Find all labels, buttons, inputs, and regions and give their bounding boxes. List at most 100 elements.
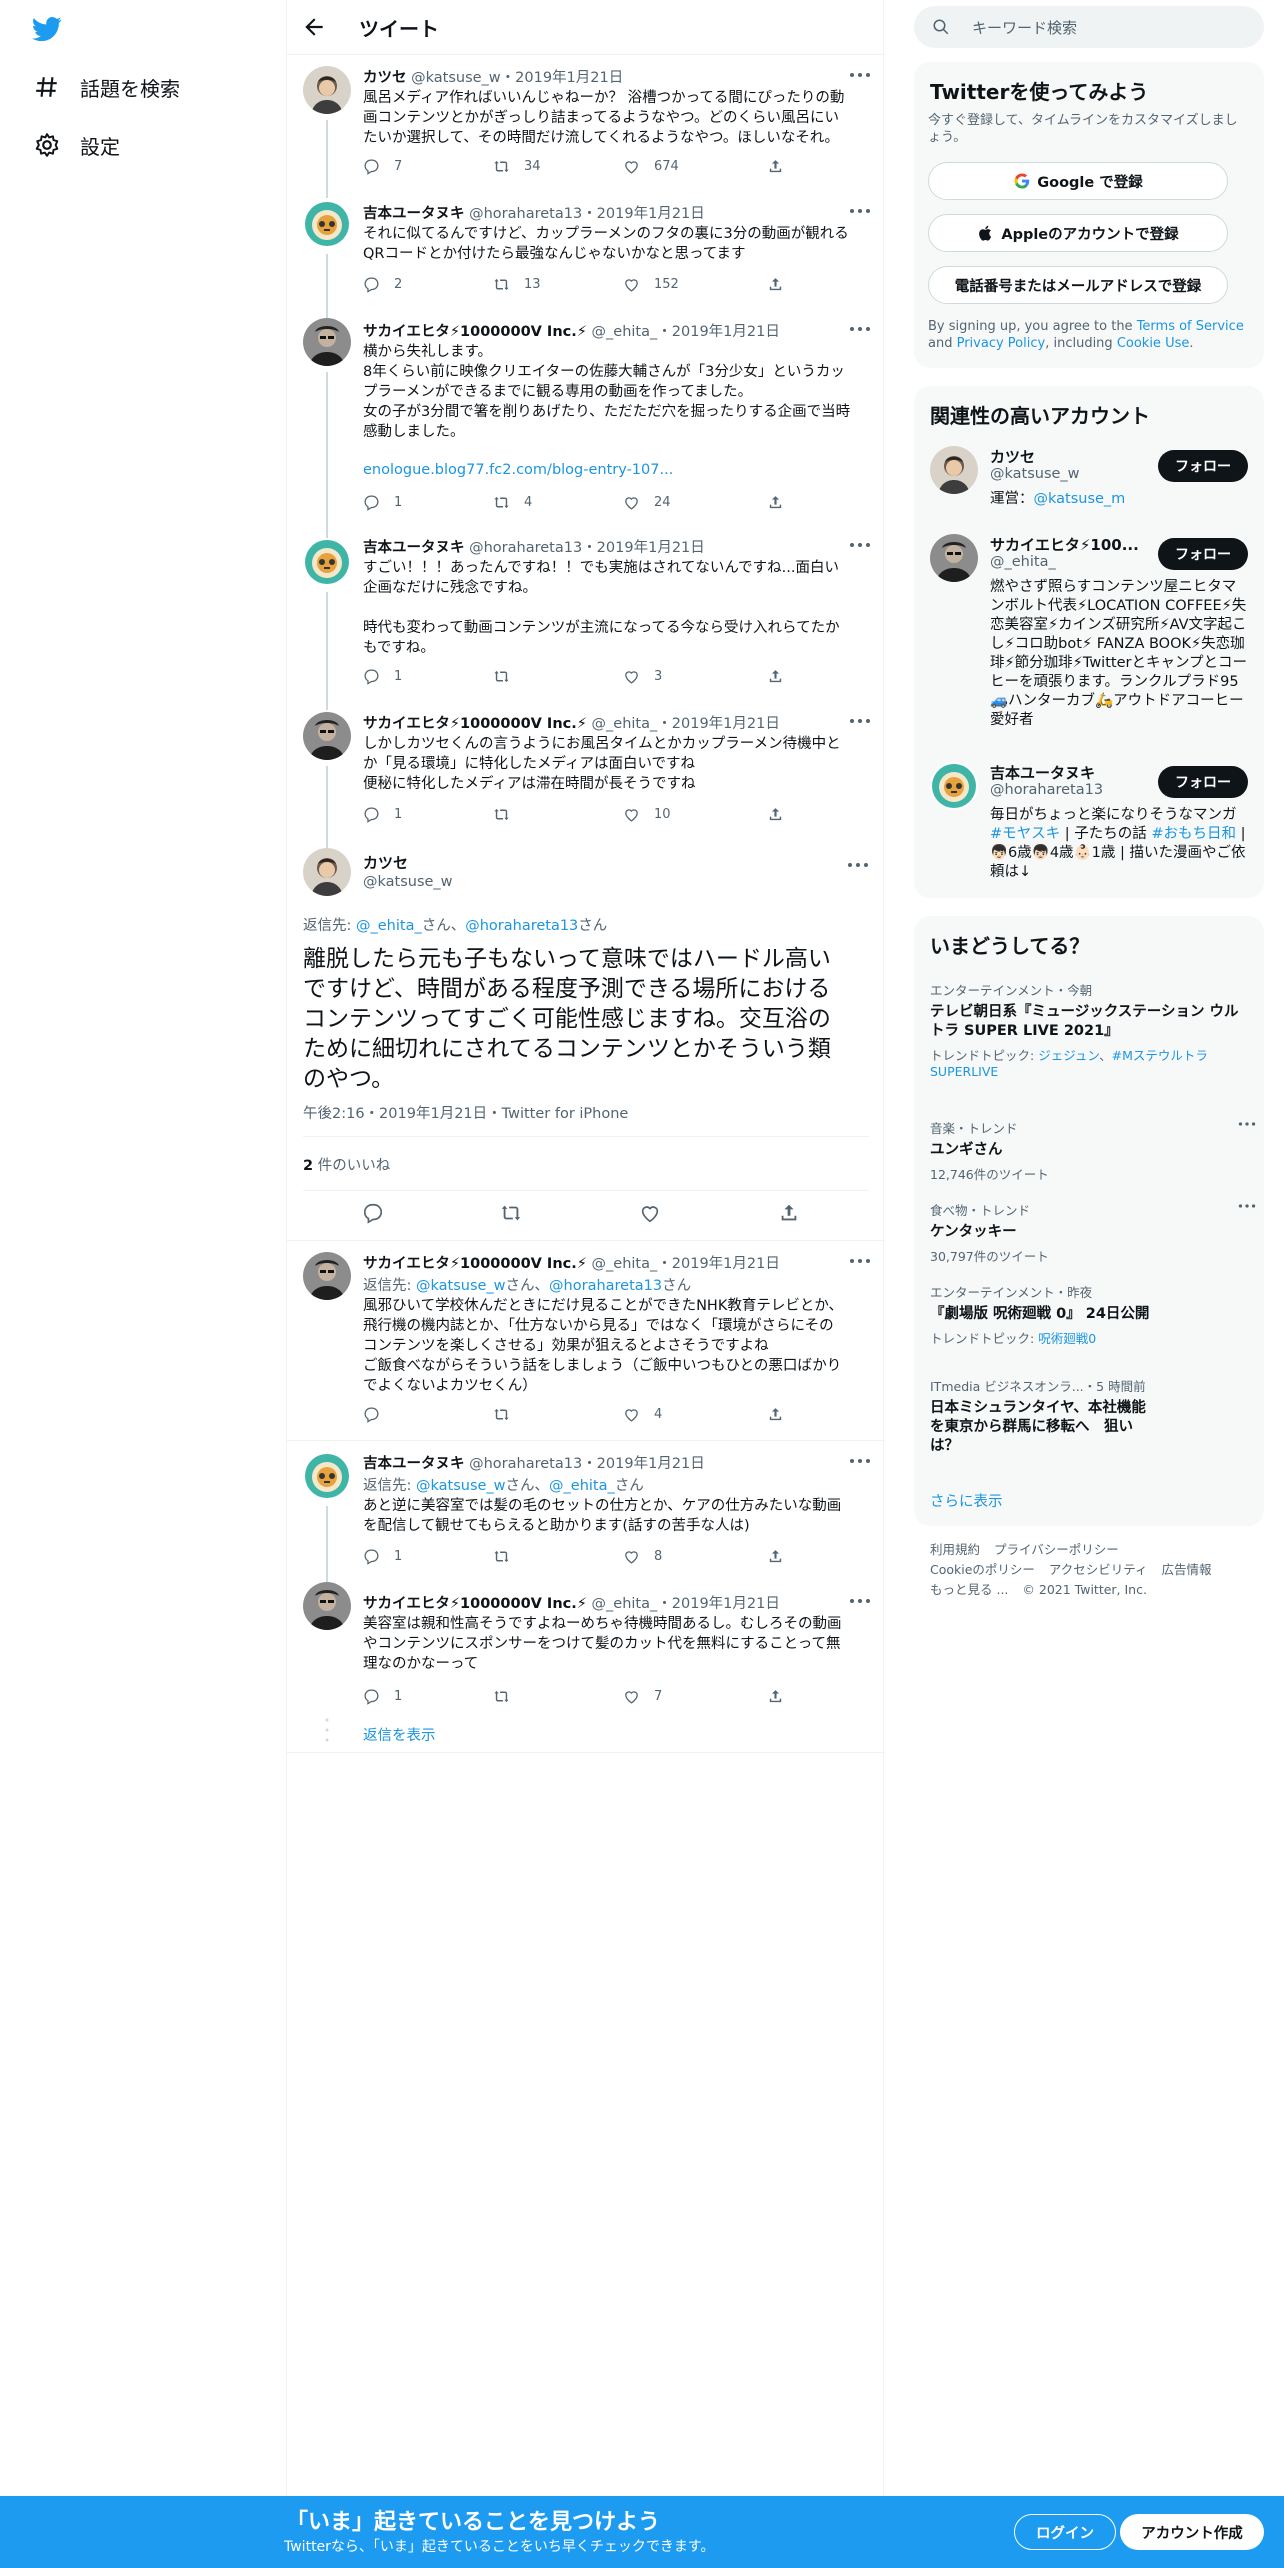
main-tweet-handle[interactable]: @katsuse_w: [363, 874, 453, 890]
footer-link[interactable]: もっと見る ...: [930, 1582, 1008, 1597]
avatar[interactable]: [930, 534, 978, 582]
tweet[interactable]: サカイエヒタ⚡1000000V Inc.⚡ @_ehita_・2019年1月21…: [287, 1240, 885, 1440]
avatar[interactable]: [303, 538, 351, 586]
share-button[interactable]: [767, 276, 798, 293]
tweet-author[interactable]: サカイエヒタ⚡1000000V Inc.⚡ @_ehita_・2019年1月21…: [363, 1592, 780, 1613]
tweet[interactable]: サカイエヒタ⚡1000000V Inc.⚡ @_ehita_・2019年1月21…: [287, 1580, 885, 1700]
like-button[interactable]: 10: [623, 806, 671, 823]
like-button[interactable]: 3: [623, 668, 662, 685]
footer-link[interactable]: 利用規約: [930, 1542, 980, 1557]
google-signup-button[interactable]: Google で登録: [928, 162, 1228, 200]
share-button[interactable]: [767, 1548, 798, 1565]
tweet-author[interactable]: サカイエヒタ⚡1000000V Inc.⚡ @_ehita_・2019年1月21…: [363, 320, 780, 341]
mention-link[interactable]: @katsuse_w: [416, 1278, 506, 1294]
share-button[interactable]: [767, 1406, 798, 1423]
reply-button[interactable]: [363, 1406, 394, 1423]
more-icon[interactable]: [849, 1254, 871, 1268]
more-icon[interactable]: [849, 714, 871, 728]
signup-button[interactable]: アカウント作成: [1120, 2514, 1264, 2550]
tweet-author[interactable]: 吉本ユータヌキ @horahareta13・2019年1月21日: [363, 536, 705, 557]
avatar[interactable]: [303, 848, 351, 896]
mention-link[interactable]: @horahareta13: [549, 1278, 662, 1294]
like-button[interactable]: 4: [623, 1406, 662, 1423]
share-button[interactable]: [767, 158, 798, 175]
related-account[interactable]: カツセ @katsuse_w 運営：@katsuse_m フォロー: [930, 446, 1264, 516]
reply-icon[interactable]: [362, 1202, 384, 1224]
retweet-button[interactable]: 13: [493, 276, 541, 293]
reply-button[interactable]: 1: [363, 1688, 402, 1705]
tweet[interactable]: サカイエヒタ⚡1000000V Inc.⚡ @_ehita_・2019年1月21…: [287, 316, 885, 538]
reply-button[interactable]: 1: [363, 1548, 402, 1565]
mention-link[interactable]: @_ehita_: [356, 918, 422, 934]
more-icon[interactable]: [849, 1594, 871, 1608]
phone-email-signup-button[interactable]: 電話番号またはメールアドレスで登録: [928, 266, 1228, 304]
login-button[interactable]: ログイン: [1014, 2514, 1116, 2550]
trend-item[interactable]: 食べ物・トレンド ケンタッキー 30,797件のツイート: [930, 1200, 1250, 1265]
more-icon[interactable]: [847, 858, 869, 872]
hashtag-link[interactable]: #モヤスキ: [990, 826, 1060, 842]
retweet-button[interactable]: [493, 1688, 524, 1705]
hashtag-link[interactable]: #おもち日和: [1151, 826, 1236, 842]
nav-explore[interactable]: 話題を検索: [34, 70, 180, 104]
related-account[interactable]: 吉本ユータヌキ @horahareta13 毎日がちょっと楽になりそうなマンガ …: [930, 762, 1264, 892]
trend-topic-link[interactable]: 呪術廻戦0: [1038, 1331, 1096, 1346]
reply-button[interactable]: 1: [363, 494, 402, 511]
tweet[interactable]: 吉本ユータヌキ @horahareta13・2019年1月21日 すごい！！！あ…: [287, 536, 885, 710]
retweet-button[interactable]: [493, 1406, 524, 1423]
share-icon[interactable]: [778, 1202, 800, 1224]
tweet[interactable]: 吉本ユータヌキ @horahareta13・2019年1月21日 それに似てるん…: [287, 188, 885, 318]
apple-signup-button[interactable]: Appleのアカウントで登録: [928, 214, 1228, 252]
more-icon[interactable]: [849, 204, 871, 218]
retweet-button[interactable]: [493, 1548, 524, 1565]
follow-button[interactable]: フォロー: [1158, 450, 1248, 482]
nav-settings[interactable]: 設定: [34, 128, 120, 162]
retweet-button[interactable]: 4: [493, 494, 532, 511]
tweet[interactable]: 吉本ユータヌキ @horahareta13・2019年1月21日 返信先: @k…: [287, 1440, 885, 1582]
show-replies-link[interactable]: 返信を表示: [363, 1724, 436, 1745]
mention-link[interactable]: @horahareta13: [465, 918, 578, 934]
privacy-link[interactable]: Privacy Policy: [957, 336, 1046, 351]
like-button[interactable]: 674: [623, 158, 679, 175]
related-account[interactable]: サカイエヒタ⚡100... @_ehita_ 燃やさず照らすコンテンツ屋ニヒタマ…: [930, 534, 1264, 734]
mention-link[interactable]: @_ehita_: [549, 1478, 615, 1494]
main-tweet-meta[interactable]: 午後2:16・2019年1月21日・Twitter for iPhone: [303, 1102, 628, 1123]
tweet-author[interactable]: サカイエヒタ⚡1000000V Inc.⚡ @_ehita_・2019年1月21…: [363, 1252, 780, 1273]
follow-button[interactable]: フォロー: [1158, 538, 1248, 570]
share-button[interactable]: [767, 806, 798, 823]
avatar[interactable]: [303, 200, 351, 248]
avatar[interactable]: [303, 1252, 351, 1300]
more-icon[interactable]: [1238, 1120, 1256, 1128]
mention-link[interactable]: @katsuse_w: [416, 1478, 506, 1494]
share-button[interactable]: [767, 1688, 798, 1705]
tweet-author[interactable]: カツセ @katsuse_w・2019年1月21日: [363, 66, 623, 87]
share-button[interactable]: [767, 668, 798, 685]
footer-link[interactable]: プライバシーポリシー: [994, 1542, 1119, 1557]
main-tweet-name[interactable]: カツセ: [363, 852, 408, 873]
tweet-author[interactable]: 吉本ユータヌキ @horahareta13・2019年1月21日: [363, 202, 705, 223]
reply-button[interactable]: 7: [363, 158, 402, 175]
avatar[interactable]: [930, 446, 978, 494]
footer-link[interactable]: Cookieのポリシー: [930, 1562, 1035, 1577]
tweet[interactable]: カツセ @katsuse_w・2019年1月21日 風呂メディア作ればいいんじゃ…: [287, 54, 885, 190]
like-button[interactable]: 7: [623, 1688, 662, 1705]
terms-link[interactable]: Terms of Service: [1137, 319, 1244, 334]
trend-item[interactable]: ITmedia ビジネスオンラ...・5 時間前 日本ミシュランタイヤ、本社機能…: [930, 1376, 1250, 1456]
reply-button[interactable]: 1: [363, 668, 402, 685]
avatar[interactable]: [303, 712, 351, 760]
share-button[interactable]: [767, 494, 798, 511]
trend-topic-link[interactable]: ジェジュン: [1038, 1048, 1099, 1063]
retweet-button[interactable]: [493, 806, 524, 823]
likes-count[interactable]: 2 件のいいね: [303, 1154, 390, 1175]
reply-button[interactable]: 2: [363, 276, 402, 293]
heart-icon[interactable]: [639, 1202, 661, 1224]
retweet-icon[interactable]: [500, 1202, 522, 1224]
avatar[interactable]: [930, 762, 978, 810]
more-icon[interactable]: [849, 1454, 871, 1468]
trend-item[interactable]: エンターテインメント・今朝 テレビ朝日系『ミュージックステーション ウルトラ S…: [930, 980, 1250, 1079]
mention-link[interactable]: @katsuse_m: [1034, 491, 1126, 507]
more-icon[interactable]: [849, 322, 871, 336]
footer-link[interactable]: アクセシビリティ: [1049, 1562, 1148, 1577]
retweet-button[interactable]: 34: [493, 158, 541, 175]
tweet-author[interactable]: 吉本ユータヌキ @horahareta13・2019年1月21日: [363, 1452, 705, 1473]
avatar[interactable]: [303, 66, 351, 114]
